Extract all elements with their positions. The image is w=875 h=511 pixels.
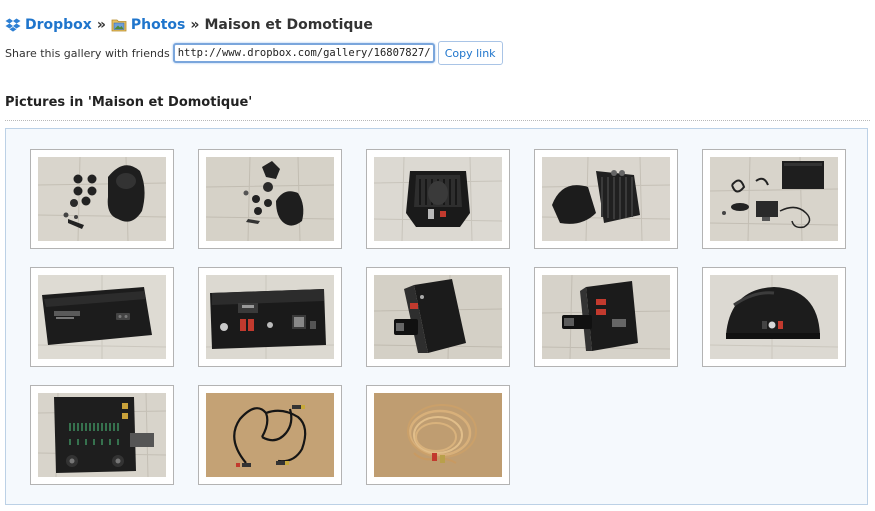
gallery-grid [5, 128, 868, 505]
section-divider [5, 120, 870, 121]
photo-11-image [38, 393, 166, 477]
photo-6-image [38, 275, 166, 359]
photo-8-image [374, 275, 502, 359]
gallery-title: Pictures in 'Maison et Domotique' [5, 95, 253, 110]
copy-link-button[interactable]: Copy link [437, 41, 503, 65]
breadcrumb-photos-label: Photos [130, 17, 186, 33]
photo-1-image [38, 157, 166, 241]
photo-thumbnail-11[interactable] [30, 385, 174, 485]
photo-thumbnail-4[interactable] [534, 149, 678, 249]
photo-10-image [710, 275, 838, 359]
photo-thumbnail-9[interactable] [534, 267, 678, 367]
photo-4-image [542, 157, 670, 241]
breadcrumb-separator: » [190, 17, 200, 33]
share-url-input[interactable] [172, 43, 435, 63]
photo-2-image [206, 157, 334, 241]
dropbox-icon [5, 17, 21, 33]
photo-7-image [206, 275, 334, 359]
share-label: Share this gallery with friends [5, 46, 170, 60]
breadcrumb-photos-link[interactable]: Photos [111, 17, 186, 33]
breadcrumb-dropbox-label: Dropbox [25, 17, 92, 33]
photo-thumbnail-5[interactable] [702, 149, 846, 249]
share-row: Share this gallery with friends Copy lin… [5, 41, 503, 65]
photo-thumbnail-10[interactable] [702, 267, 846, 367]
breadcrumb-current: Maison et Domotique [204, 17, 373, 33]
photo-13-image [374, 393, 502, 477]
photo-thumbnail-7[interactable] [198, 267, 342, 367]
breadcrumb-separator: » [96, 17, 106, 33]
photo-thumbnail-13[interactable] [366, 385, 510, 485]
photo-thumbnail-3[interactable] [366, 149, 510, 249]
photo-thumbnail-12[interactable] [198, 385, 342, 485]
photo-thumbnail-8[interactable] [366, 267, 510, 367]
photos-folder-icon [111, 18, 127, 32]
photo-5-image [710, 157, 838, 241]
breadcrumb: Dropbox » Photos » Maison et Domotique [5, 15, 373, 35]
breadcrumb-dropbox-link[interactable]: Dropbox [5, 17, 92, 33]
photo-thumbnail-6[interactable] [30, 267, 174, 367]
photo-12-image [206, 393, 334, 477]
photo-3-image [374, 157, 502, 241]
photo-9-image [542, 275, 670, 359]
photo-thumbnail-2[interactable] [198, 149, 342, 249]
photo-thumbnail-1[interactable] [30, 149, 174, 249]
